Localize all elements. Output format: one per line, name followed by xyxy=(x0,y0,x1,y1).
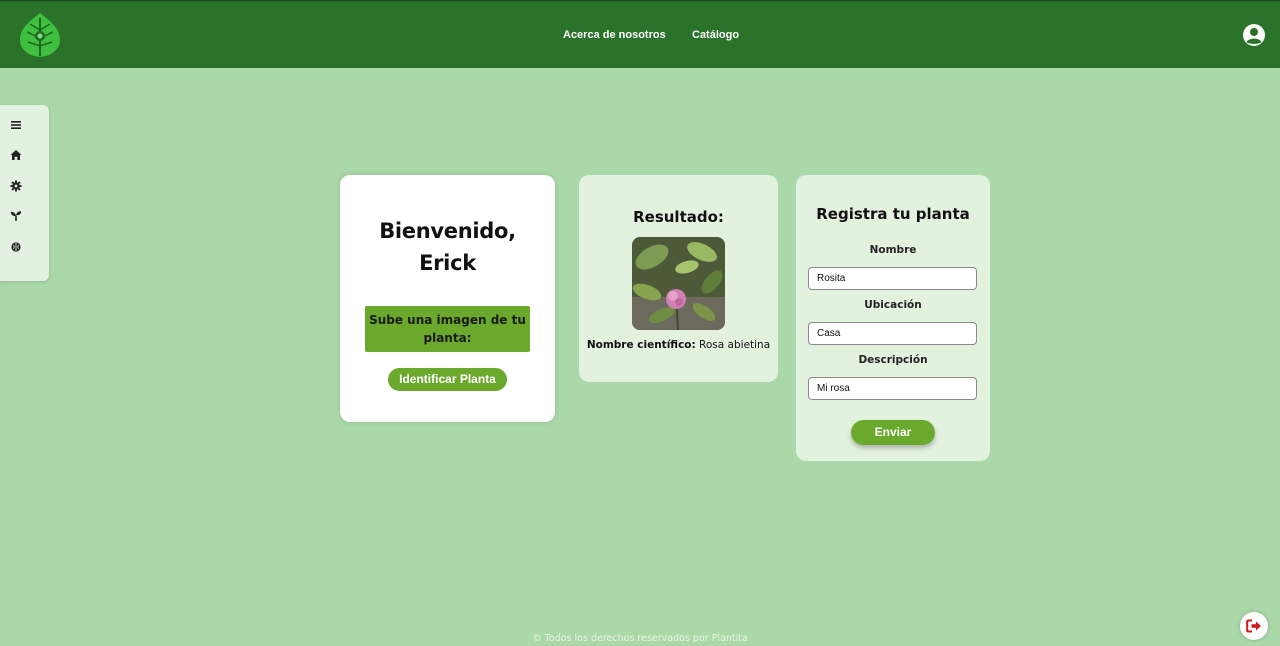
send-button[interactable]: Enviar xyxy=(851,420,935,445)
description-field[interactable]: Mi rosa xyxy=(808,377,977,400)
description-label: Descripción xyxy=(858,354,928,366)
identify-plant-button[interactable]: Identificar Planta xyxy=(388,368,507,391)
welcome-title: Bienvenido, Erick xyxy=(340,215,555,279)
leaf-logo-icon[interactable] xyxy=(19,12,61,58)
logout-icon[interactable] xyxy=(1240,612,1268,640)
brain-icon[interactable] xyxy=(8,239,24,255)
nav-catalog[interactable]: Catálogo xyxy=(692,29,739,41)
name-field[interactable]: Rosita xyxy=(808,267,977,290)
result-card: Resultado: Nombre científico: Rosa abiet… xyxy=(579,175,778,382)
result-title: Resultado: xyxy=(633,208,724,226)
sidebar xyxy=(0,105,49,281)
welcome-user-name: Erick xyxy=(419,251,476,275)
location-label: Ubicación xyxy=(864,299,922,311)
gear-icon[interactable] xyxy=(8,178,24,194)
register-plant-card: Registra tu planta Nombre Rosita Ubicaci… xyxy=(796,175,990,461)
sprout-icon[interactable] xyxy=(8,208,24,224)
scientific-name: Nombre científico: Rosa abietina xyxy=(579,339,778,351)
footer-copyright: © Todos los derechos reservados por Plan… xyxy=(532,633,748,644)
scientific-name-label: Nombre científico: xyxy=(586,339,696,351)
welcome-card: Bienvenido, Erick Sube una imagen de tu … xyxy=(340,175,555,422)
menu-icon[interactable] xyxy=(8,117,24,133)
name-label: Nombre xyxy=(869,244,917,256)
register-title: Registra tu planta xyxy=(816,205,970,223)
user-circle-icon[interactable] xyxy=(1242,23,1266,47)
top-navbar: Acerca de nosotros Catálogo xyxy=(0,0,1280,68)
upload-image-button[interactable]: Sube una imagen de tu planta: xyxy=(365,306,530,352)
plant-photo xyxy=(632,237,725,330)
home-icon[interactable] xyxy=(8,147,24,163)
welcome-greeting: Bienvenido, xyxy=(379,219,516,243)
location-field[interactable]: Casa xyxy=(808,322,977,345)
scientific-name-value: Rosa abietina xyxy=(695,339,771,351)
nav-about-us[interactable]: Acerca de nosotros xyxy=(563,29,666,41)
